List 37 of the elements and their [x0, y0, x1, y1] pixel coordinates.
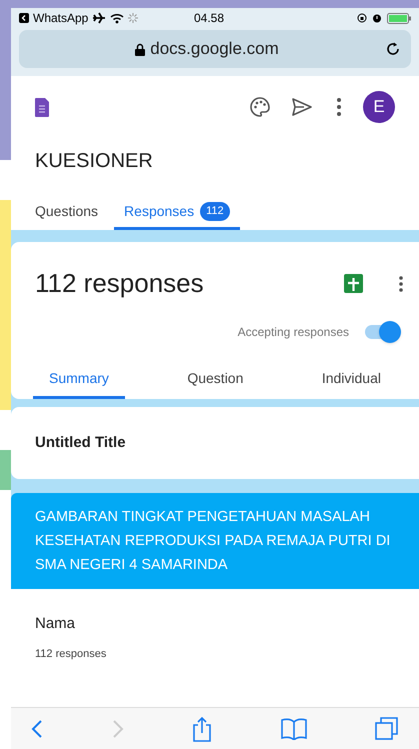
rotation-lock-icon	[357, 13, 367, 23]
tabs-icon[interactable]	[375, 716, 399, 740]
form-subtitle: Untitled Title	[35, 432, 126, 453]
accepting-switch[interactable]	[365, 321, 401, 343]
question-title: Nama	[35, 614, 76, 634]
response-count-badge: 112	[200, 202, 230, 221]
bookmarks-icon[interactable]	[280, 718, 306, 740]
alarm-icon	[372, 13, 382, 23]
share-icon[interactable]	[192, 716, 212, 742]
reload-icon[interactable]	[385, 41, 401, 57]
loading-icon	[128, 13, 138, 23]
airplane-icon	[92, 12, 106, 24]
responses-heading: 112 responses	[35, 267, 205, 300]
view-tab[interactable]: Individual	[306, 361, 397, 399]
lock-icon	[135, 42, 146, 56]
wifi-icon	[110, 12, 124, 24]
question-response-count: 112 responses	[35, 646, 108, 662]
form-tab[interactable]: Questions	[25, 196, 108, 230]
palette-icon[interactable]	[249, 96, 271, 118]
spreadsheet-icon[interactable]	[344, 274, 363, 293]
form-title: KUESIONER	[34, 149, 154, 174]
view-tab[interactable]: Question	[171, 361, 260, 399]
more-options-icon[interactable]	[337, 98, 341, 116]
url-text: docs.google.com	[150, 38, 279, 60]
back-app-label[interactable]: WhatsApp	[33, 9, 88, 27]
battery-icon	[387, 12, 411, 24]
accepting-label: Accepting responses	[238, 324, 349, 341]
account-avatar[interactable]: E	[363, 91, 395, 123]
forms-logo-icon	[35, 98, 49, 116]
back-icon[interactable]	[31, 718, 43, 738]
send-icon[interactable]	[291, 97, 313, 117]
status-time: 04.58	[192, 10, 226, 27]
address-bar[interactable]: docs.google.com	[19, 30, 411, 68]
section-title: GAMBARAN TINGKAT PENGETAHUAN MASALAH KESEHATAN REPRODUKSI PADA REMAJA PUTRI DI SMA NEGERI 4 SAMARINDA	[35, 509, 390, 573]
back-to-app-icon[interactable]	[19, 13, 29, 23]
view-tab[interactable]: Summary	[33, 361, 125, 399]
more-options-icon[interactable]	[399, 276, 403, 292]
